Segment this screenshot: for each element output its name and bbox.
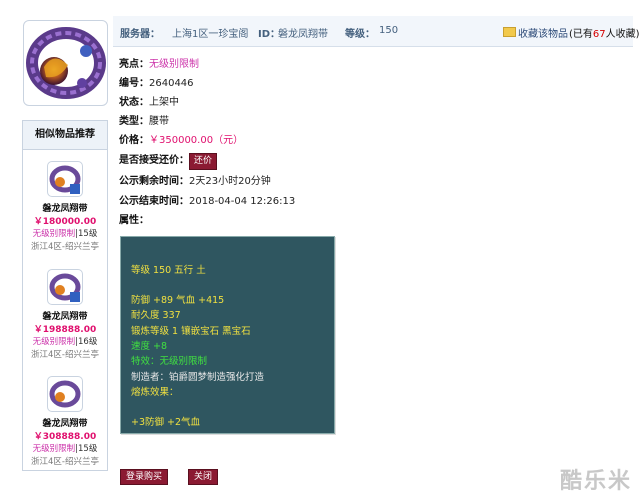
server-label: 服务器： xyxy=(120,29,160,40)
number-value: 2640446 xyxy=(149,78,194,89)
remaining-label: 公示剩余时间： xyxy=(119,176,189,187)
watermark: 酷乐米 xyxy=(559,469,632,494)
attr-forging: 锻炼等级 1 镶嵌宝石 黑宝石 xyxy=(131,326,251,337)
attributes-label: 属性： xyxy=(119,215,149,226)
number-row: 编号：2640446 xyxy=(119,74,194,89)
similar-item-name: 磐龙凤翔带 xyxy=(42,419,88,429)
attr-level: 等级 150 五行 土 xyxy=(131,265,206,276)
attr-durability: 耐久度 337 xyxy=(131,310,181,321)
attr-speed: 速度 +8 xyxy=(131,341,168,352)
belt-icon xyxy=(26,27,106,99)
bargain-button[interactable]: 还价 xyxy=(189,153,218,170)
highlight-value: 无级别限制 xyxy=(149,59,199,70)
similar-items-title: 相似物品推荐 xyxy=(23,121,107,150)
status-row: 状态：上架中 xyxy=(119,93,179,108)
type-row: 类型：腰带 xyxy=(119,112,169,127)
highlight-row: 亮点：无级别限制 xyxy=(119,55,199,70)
id-value: 磐龙凤翔带 xyxy=(278,29,328,40)
similar-item-name: 磐龙凤翔带 xyxy=(42,312,88,322)
level-value: 150 xyxy=(379,25,399,36)
remaining-value: 2天23小时20分钟 xyxy=(189,176,271,187)
favorite-count: (已有67人收藏) xyxy=(569,29,640,40)
similar-item-server: 浙江4区-绍兴兰亭 xyxy=(31,350,99,360)
end-time-value: 2018-04-04 12:26:13 xyxy=(189,196,296,207)
id-label: ID： xyxy=(258,29,281,40)
level-label: 等级： xyxy=(345,29,375,40)
highlight-label: 亮点： xyxy=(119,59,149,70)
favorite-link[interactable]: 收藏该物品 xyxy=(503,25,568,40)
attr-defense: 防御 +89 气血 +415 xyxy=(131,295,225,306)
attributes-panel: 等级 150 五行 土 防御 +89 气血 +415 耐久度 337 锻炼等级 … xyxy=(120,236,335,434)
price-row: 价格：￥350000.00（元） xyxy=(119,131,243,146)
attr-special: 特效：无级别限制 xyxy=(131,356,208,367)
attr-smelt-effect: +3防御 +2气血 xyxy=(131,417,201,428)
belt-thumbnail-icon xyxy=(47,161,83,197)
bargain-row: 是否接受还价： 还价 xyxy=(119,151,218,170)
type-value: 腰带 xyxy=(149,116,169,127)
attr-maker: 制造者：铂爵圆梦制造强化打造 xyxy=(131,372,265,383)
type-label: 类型： xyxy=(119,116,149,127)
similar-item[interactable]: 磐龙凤翔带 ￥198888.00 无级别限制|16级 浙江4区-绍兴兰亭 xyxy=(23,269,107,360)
end-time-row: 公示结束时间：2018-04-04 12:26:13 xyxy=(119,192,295,207)
number-label: 编号： xyxy=(119,78,149,89)
belt-thumbnail-icon xyxy=(47,269,83,305)
similar-item[interactable]: 磐龙凤翔带 ￥308888.00 无级别限制|15级 浙江4区-绍兴兰亭 xyxy=(23,376,107,467)
bargain-label: 是否接受还价： xyxy=(119,155,189,166)
item-image xyxy=(23,20,108,106)
status-value: 上架中 xyxy=(149,97,179,108)
remaining-row: 公示剩余时间：2天23小时20分钟 xyxy=(119,172,271,187)
price-label: 价格： xyxy=(119,135,149,146)
similar-item-server: 浙江4区-绍兴兰亭 xyxy=(31,457,99,467)
close-button[interactable]: 关闭 xyxy=(188,469,219,485)
status-label: 状态： xyxy=(119,97,149,108)
login-buy-button[interactable]: 登录购买 xyxy=(120,469,169,485)
similar-item-tag: 无级别限制|16级 xyxy=(32,337,98,347)
end-time-label: 公示结束时间： xyxy=(119,196,189,207)
server-value: 上海1区一珍宝阁 xyxy=(172,29,249,40)
attributes-row: 属性： xyxy=(119,211,149,226)
similar-item-price: ￥308888.00 xyxy=(33,432,97,442)
similar-item-tag: 无级别限制|15级 xyxy=(32,444,98,454)
price-value: ￥350000.00（元） xyxy=(149,135,244,146)
folder-icon xyxy=(503,27,516,37)
similar-item-name: 磐龙凤翔带 xyxy=(42,204,88,214)
similar-item-price: ￥180000.00 xyxy=(33,217,97,227)
similar-item-tag: 无级别限制|15级 xyxy=(32,229,98,239)
favorite-label: 收藏该物品 xyxy=(518,29,568,40)
similar-item[interactable]: 磐龙凤翔带 ￥180000.00 无级别限制|15级 浙江4区-绍兴兰亭 xyxy=(23,161,107,252)
belt-thumbnail-icon xyxy=(47,376,83,412)
similar-item-server: 浙江4区-绍兴兰亭 xyxy=(31,242,99,252)
similar-items-panel: 相似物品推荐 磐龙凤翔带 ￥180000.00 无级别限制|15级 浙江4区-绍… xyxy=(22,120,108,471)
similar-item-price: ￥198888.00 xyxy=(33,325,97,335)
attr-smelt-label: 熔炼效果： xyxy=(131,387,179,398)
item-header: 服务器： 上海1区一珍宝阁 ID： 磐龙凤翔带 等级： 150 收藏该物品 (已… xyxy=(113,16,640,47)
